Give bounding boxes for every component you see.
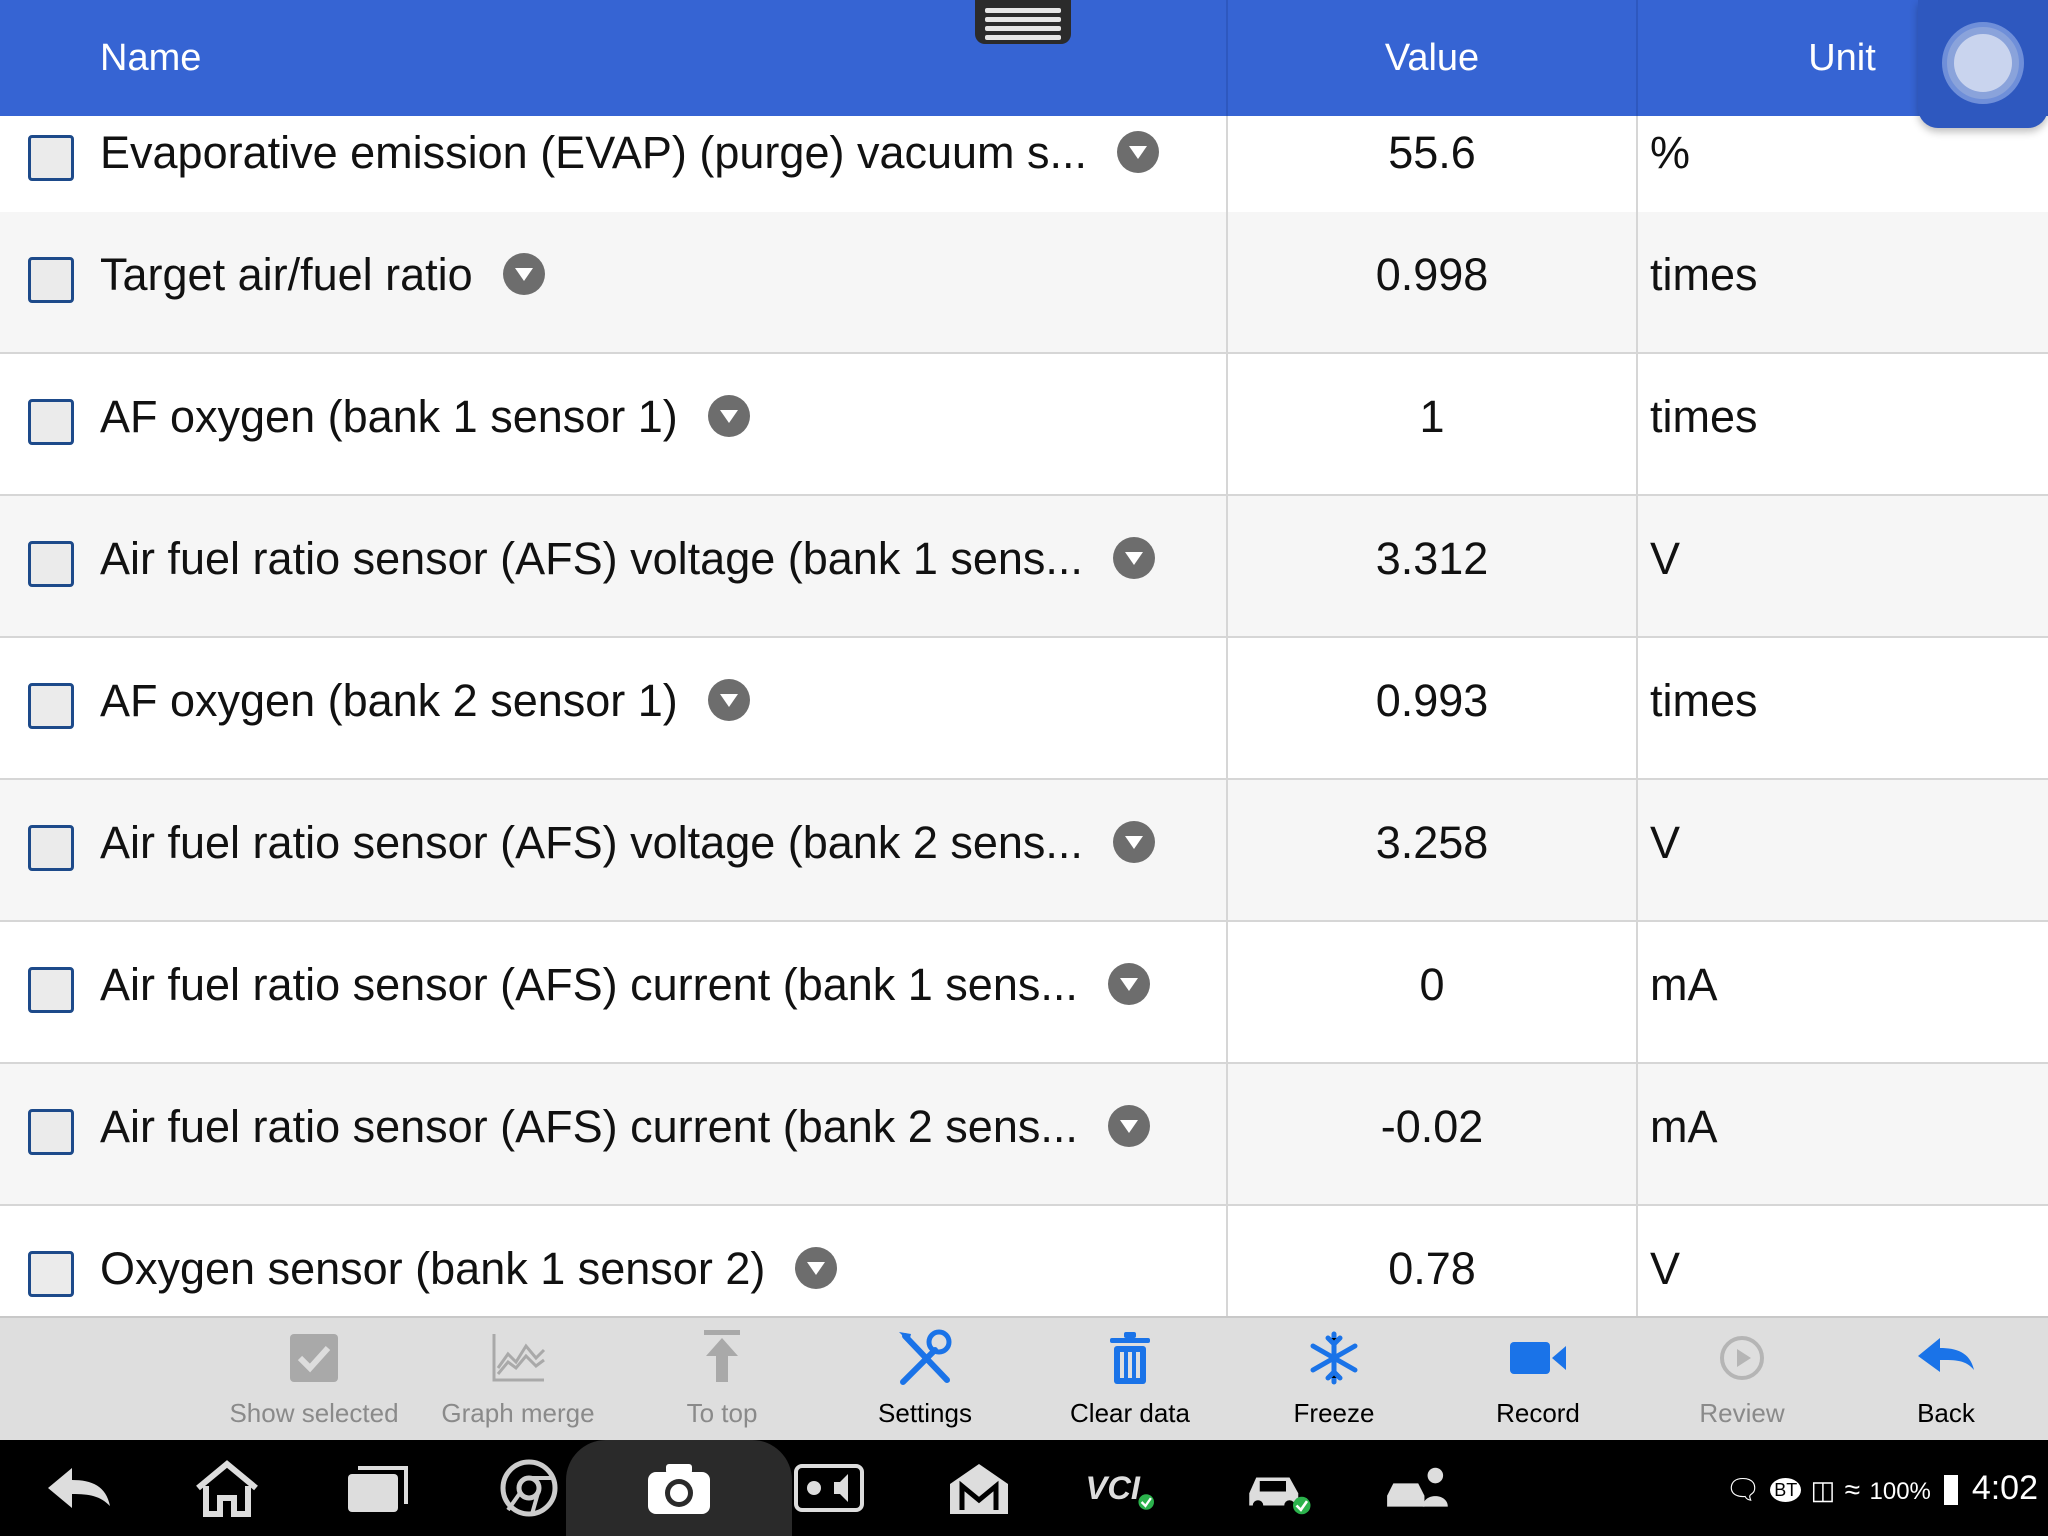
show-selected-button[interactable]: Show selected bbox=[214, 1318, 414, 1442]
parameter-value: 0.993 bbox=[1375, 675, 1489, 726]
graph-merge-button[interactable]: Graph merge bbox=[418, 1318, 618, 1442]
trash-icon bbox=[1110, 1332, 1150, 1384]
system-navigation-bar: VCI 🗨 BT ◫ ≈ 100% 4:02 bbox=[0, 1440, 2048, 1536]
settings-button[interactable]: Settings bbox=[825, 1318, 1025, 1442]
snowflake-icon bbox=[1310, 1331, 1358, 1385]
dropdown-arrow-icon[interactable] bbox=[1112, 537, 1155, 580]
row-checkbox[interactable] bbox=[28, 399, 74, 445]
value-column-header: Value bbox=[1384, 37, 1480, 79]
parameter-name: Air fuel ratio sensor (AFS) voltage (ban… bbox=[100, 817, 1083, 868]
video-camera-icon bbox=[1510, 1342, 1566, 1374]
parameter-name: Target air/fuel ratio bbox=[100, 249, 473, 300]
vehicle-connected-icon[interactable] bbox=[1244, 1458, 1314, 1518]
floating-assist-button[interactable] bbox=[1918, 0, 2048, 128]
row-checkbox[interactable] bbox=[28, 825, 74, 871]
drag-handle-icon[interactable] bbox=[975, 0, 1071, 44]
table-row[interactable]: Air fuel ratio sensor (AFS) voltage (ban… bbox=[0, 496, 2048, 638]
table-row[interactable]: Air fuel ratio sensor (AFS) voltage (ban… bbox=[0, 780, 2048, 922]
parameter-unit: % bbox=[1650, 127, 1691, 178]
function-toolbar: Show selected Graph merge To top Setting… bbox=[0, 1316, 2048, 1440]
data-stream-table: Evaporative emission (EVAP) (purge) vacu… bbox=[0, 116, 2048, 1316]
row-checkbox[interactable] bbox=[28, 1251, 74, 1297]
svg-text:VCI: VCI bbox=[1086, 1469, 1141, 1506]
row-checkbox[interactable] bbox=[28, 1109, 74, 1155]
table-row[interactable]: AF oxygen (bank 2 sensor 1) 0.993 times bbox=[0, 638, 2048, 780]
clear-data-button[interactable]: Clear data bbox=[1030, 1318, 1230, 1442]
play-circle-icon bbox=[1720, 1336, 1764, 1380]
freeze-button[interactable]: Freeze bbox=[1234, 1318, 1434, 1442]
home-icon[interactable] bbox=[192, 1458, 262, 1518]
parameter-name: Air fuel ratio sensor (AFS) current (ban… bbox=[100, 959, 1078, 1010]
table-row[interactable]: Target air/fuel ratio 0.998 times bbox=[0, 212, 2048, 354]
clock: 4:02 bbox=[1971, 1469, 2038, 1507]
parameter-unit: mA bbox=[1650, 1101, 1718, 1152]
status-area: 🗨 BT ◫ ≈ 100% 4:02 bbox=[1725, 1440, 2038, 1536]
dropdown-arrow-icon[interactable] bbox=[707, 679, 750, 722]
camera-icon[interactable] bbox=[644, 1458, 714, 1518]
parameter-name: Air fuel ratio sensor (AFS) voltage (ban… bbox=[100, 533, 1083, 584]
parameter-name: AF oxygen (bank 2 sensor 1) bbox=[100, 675, 678, 726]
graph-merge-icon bbox=[492, 1334, 546, 1382]
parameter-unit: mA bbox=[1650, 959, 1718, 1010]
parameter-value: 0.78 bbox=[1388, 1243, 1476, 1294]
parameter-name: AF oxygen (bank 1 sensor 1) bbox=[100, 391, 678, 442]
row-checkbox[interactable] bbox=[28, 683, 74, 729]
dropdown-arrow-icon[interactable] bbox=[707, 395, 750, 438]
brightness-volume-icon[interactable] bbox=[794, 1458, 864, 1518]
parameter-unit: V bbox=[1650, 533, 1681, 584]
message-icon: 🗨 bbox=[1725, 1474, 1761, 1505]
table-row[interactable]: Air fuel ratio sensor (AFS) current (ban… bbox=[0, 922, 2048, 1064]
parameter-unit: times bbox=[1650, 249, 1758, 300]
name-column-header: Name bbox=[100, 37, 202, 79]
table-row[interactable]: Oxygen sensor (bank 1 sensor 2) 0.78 V bbox=[0, 1206, 2048, 1316]
back-arrow-icon bbox=[1918, 1338, 1974, 1372]
row-checkbox[interactable] bbox=[28, 135, 74, 181]
row-checkbox[interactable] bbox=[28, 257, 74, 303]
parameter-name: Evaporative emission (EVAP) (purge) vacu… bbox=[100, 127, 1088, 178]
parameter-unit: V bbox=[1650, 817, 1681, 868]
battery-icon bbox=[1944, 1475, 1959, 1506]
parameter-unit: V bbox=[1650, 1243, 1681, 1294]
browser-icon[interactable] bbox=[494, 1458, 564, 1518]
parameter-value: 55.6 bbox=[1388, 127, 1476, 178]
back-icon[interactable] bbox=[44, 1458, 114, 1518]
row-checkbox[interactable] bbox=[28, 541, 74, 587]
parameter-value: 3.258 bbox=[1375, 817, 1489, 868]
table-row[interactable]: Air fuel ratio sensor (AFS) current (ban… bbox=[0, 1064, 2048, 1206]
parameter-name: Oxygen sensor (bank 1 sensor 2) bbox=[100, 1243, 766, 1294]
table-row[interactable]: AF oxygen (bank 1 sensor 1) 1 times bbox=[0, 354, 2048, 496]
parameter-value: 1 bbox=[1419, 391, 1445, 442]
parameter-value: -0.02 bbox=[1380, 1101, 1484, 1152]
record-button[interactable]: Record bbox=[1438, 1318, 1638, 1442]
dropdown-arrow-icon[interactable] bbox=[502, 253, 545, 296]
back-button[interactable]: Back bbox=[1846, 1318, 2046, 1442]
vci-icon[interactable]: VCI bbox=[1084, 1458, 1154, 1518]
checkbox-check-icon bbox=[290, 1334, 338, 1382]
network-icon: ◫ bbox=[1810, 1475, 1836, 1505]
row-checkbox[interactable] bbox=[28, 967, 74, 1013]
arrow-up-icon bbox=[704, 1330, 740, 1382]
remote-expert-icon[interactable] bbox=[1384, 1458, 1454, 1518]
recent-apps-icon[interactable] bbox=[342, 1458, 412, 1518]
parameter-value: 0 bbox=[1419, 959, 1445, 1010]
battery-percent: 100% bbox=[1869, 1478, 1931, 1505]
wifi-icon: ≈ bbox=[1844, 1474, 1861, 1505]
wrench-screwdriver-icon bbox=[899, 1329, 952, 1385]
to-top-button[interactable]: To top bbox=[622, 1318, 822, 1442]
parameter-unit: times bbox=[1650, 675, 1758, 726]
maxifix-icon[interactable] bbox=[944, 1458, 1014, 1518]
bluetooth-badge: BT bbox=[1770, 1478, 1802, 1503]
parameter-value: 3.312 bbox=[1375, 533, 1489, 584]
dropdown-arrow-icon[interactable] bbox=[1117, 131, 1160, 174]
dropdown-arrow-icon[interactable] bbox=[1107, 1105, 1150, 1148]
parameter-unit: times bbox=[1650, 391, 1758, 442]
dropdown-arrow-icon[interactable] bbox=[795, 1247, 838, 1290]
dropdown-arrow-icon[interactable] bbox=[1107, 963, 1150, 1006]
dropdown-arrow-icon[interactable] bbox=[1112, 821, 1155, 864]
parameter-value: 0.998 bbox=[1375, 249, 1489, 300]
parameter-name: Air fuel ratio sensor (AFS) current (ban… bbox=[100, 1101, 1078, 1152]
review-button[interactable]: Review bbox=[1642, 1318, 1842, 1442]
